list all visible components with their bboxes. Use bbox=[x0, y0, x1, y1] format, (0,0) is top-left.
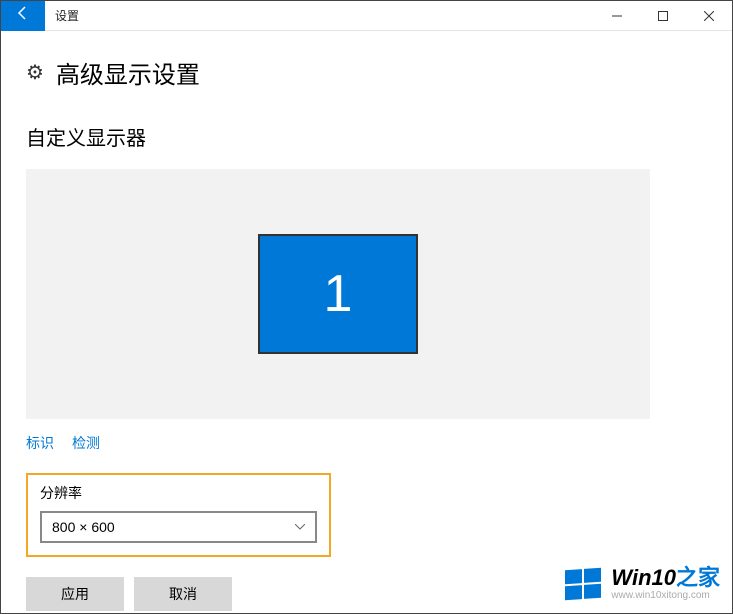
chevron-down-icon bbox=[295, 522, 305, 533]
watermark-text: Win10之家 www.win10xitong.com bbox=[611, 567, 720, 601]
watermark-brand-suffix: 之家 bbox=[676, 565, 720, 590]
watermark-url: www.win10xitong.com bbox=[611, 591, 720, 601]
identify-link[interactable]: 标识 bbox=[26, 433, 54, 453]
maximize-button[interactable] bbox=[640, 1, 686, 31]
monitor-arrangement-area[interactable]: 1 bbox=[26, 169, 650, 419]
content-area: ⚙ 高级显示设置 自定义显示器 1 标识 检测 分辨率 800 × 600 应用… bbox=[1, 55, 732, 614]
window-controls bbox=[594, 1, 732, 31]
watermark-brand: Win10 bbox=[611, 565, 676, 590]
apply-button[interactable]: 应用 bbox=[26, 577, 124, 611]
resolution-dropdown[interactable]: 800 × 600 bbox=[40, 511, 317, 543]
window-title: 设置 bbox=[55, 7, 79, 24]
detect-link[interactable]: 检测 bbox=[72, 433, 100, 453]
titlebar: 设置 bbox=[1, 1, 732, 31]
cancel-button[interactable]: 取消 bbox=[134, 577, 232, 611]
resolution-section: 分辨率 800 × 600 bbox=[26, 473, 331, 557]
page-header: ⚙ 高级显示设置 bbox=[26, 55, 707, 90]
monitor-tile-1[interactable]: 1 bbox=[258, 234, 418, 354]
close-button[interactable] bbox=[686, 1, 732, 31]
resolution-label: 分辨率 bbox=[40, 483, 317, 503]
back-arrow-icon bbox=[15, 5, 31, 26]
resolution-value: 800 × 600 bbox=[52, 519, 115, 535]
gear-icon: ⚙ bbox=[26, 60, 44, 85]
settings-window: 设置 ⚙ 高级显示设置 自定义显示器 1 标识 检测 bbox=[0, 0, 733, 614]
section-title: 自定义显示器 bbox=[26, 122, 707, 151]
page-title: 高级显示设置 bbox=[56, 55, 200, 90]
minimize-button[interactable] bbox=[594, 1, 640, 31]
display-links: 标识 检测 bbox=[26, 433, 707, 453]
monitor-id-label: 1 bbox=[324, 264, 353, 324]
back-button[interactable] bbox=[1, 1, 45, 31]
watermark: Win10之家 www.win10xitong.com bbox=[565, 567, 720, 601]
windows-logo-icon bbox=[565, 568, 601, 601]
